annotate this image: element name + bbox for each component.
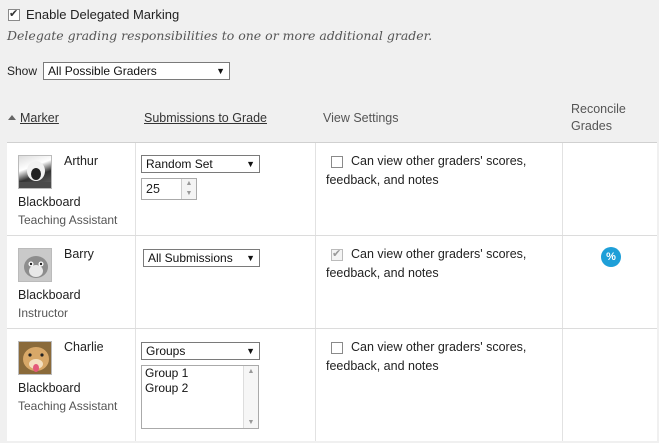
submissions-sort-link[interactable]: Submissions to Grade bbox=[144, 111, 267, 125]
list-item[interactable]: Group 1 bbox=[142, 366, 258, 381]
submissions-select-value: All Submissions bbox=[148, 251, 233, 265]
table-row: Arthur Blackboard Teaching Assistant Ran… bbox=[7, 143, 657, 236]
submissions-select[interactable]: Groups ▼ bbox=[141, 342, 260, 360]
show-filter: Show All Possible Graders ▼ bbox=[7, 62, 231, 80]
grader-first-name: Arthur bbox=[64, 154, 99, 168]
grader-role: Teaching Assistant bbox=[18, 213, 118, 227]
increment-icon[interactable]: ▲ bbox=[182, 179, 196, 189]
avatar bbox=[18, 155, 52, 189]
column-header-submissions[interactable]: Submissions to Grade bbox=[144, 111, 267, 125]
table-row: Barry Blackboard Instructor All Submissi… bbox=[7, 236, 657, 329]
decrement-icon[interactable]: ▼ bbox=[182, 189, 196, 199]
grader-last-name: Blackboard bbox=[18, 195, 81, 209]
grader-first-name: Barry bbox=[64, 247, 94, 261]
view-others-checkbox[interactable] bbox=[331, 156, 343, 168]
show-select[interactable]: All Possible Graders ▼ bbox=[43, 62, 231, 80]
table-row: Charlie Blackboard Teaching Assistant Gr… bbox=[7, 329, 657, 440]
submissions-select[interactable]: All Submissions ▼ bbox=[143, 249, 260, 267]
chevron-down-icon: ▼ bbox=[216, 66, 226, 76]
chevron-down-icon: ▼ bbox=[246, 346, 255, 356]
view-others-checkbox[interactable] bbox=[331, 342, 343, 354]
groups-listbox[interactable]: Group 1 Group 2 ▲ ▼ bbox=[141, 365, 259, 429]
list-item[interactable]: Group 2 bbox=[142, 381, 258, 396]
column-header-reconcile: Reconcile Grades bbox=[571, 102, 626, 133]
sort-ascending-icon bbox=[8, 115, 16, 121]
view-settings-label-line2: feedback, and notes bbox=[326, 266, 439, 280]
grader-first-name: Charlie bbox=[64, 340, 104, 354]
scroll-down-icon[interactable]: ▼ bbox=[244, 419, 258, 426]
grader-last-name: Blackboard bbox=[18, 381, 81, 395]
graders-table: Arthur Blackboard Teaching Assistant Ran… bbox=[7, 142, 657, 441]
show-select-value: All Possible Graders bbox=[48, 64, 157, 78]
column-header-view-settings: View Settings bbox=[323, 111, 399, 125]
enable-delegated-marking: Enable Delegated Marking bbox=[8, 7, 179, 22]
view-others-checkbox bbox=[331, 247, 343, 261]
submissions-select-value: Random Set bbox=[146, 157, 213, 171]
avatar bbox=[18, 341, 52, 375]
grader-role: Instructor bbox=[18, 306, 69, 320]
view-settings-label: Can view other graders' scores, bbox=[351, 340, 527, 354]
delegate-description: Delegate grading responsibilities to one… bbox=[7, 28, 433, 43]
column-header-marker[interactable]: Marker bbox=[8, 111, 59, 125]
view-settings-label: Can view other graders' scores, bbox=[351, 247, 527, 261]
enable-delegated-marking-label: Enable Delegated Marking bbox=[26, 7, 180, 22]
marker-sort-link[interactable]: Marker bbox=[20, 111, 59, 125]
view-settings-label: Can view other graders' scores, bbox=[351, 154, 527, 168]
submission-count-value: 25 bbox=[146, 182, 160, 196]
chevron-down-icon: ▼ bbox=[246, 253, 255, 263]
listbox-scrollbar[interactable]: ▲ ▼ bbox=[243, 366, 258, 428]
scroll-up-icon[interactable]: ▲ bbox=[244, 368, 258, 375]
submissions-select-value: Groups bbox=[146, 344, 186, 358]
view-settings-label-line2: feedback, and notes bbox=[326, 173, 439, 187]
enable-delegated-marking-checkbox[interactable] bbox=[8, 7, 20, 21]
reconcile-grades-icon[interactable]: % bbox=[601, 247, 621, 267]
submissions-select[interactable]: Random Set ▼ bbox=[141, 155, 260, 173]
submission-count-stepper[interactable]: 25 ▲ ▼ bbox=[141, 178, 197, 200]
grader-role: Teaching Assistant bbox=[18, 399, 118, 413]
view-settings-label-line2: feedback, and notes bbox=[326, 359, 439, 373]
chevron-down-icon: ▼ bbox=[246, 159, 255, 169]
grader-last-name: Blackboard bbox=[18, 288, 81, 302]
avatar bbox=[18, 248, 52, 282]
show-label: Show bbox=[7, 64, 38, 78]
